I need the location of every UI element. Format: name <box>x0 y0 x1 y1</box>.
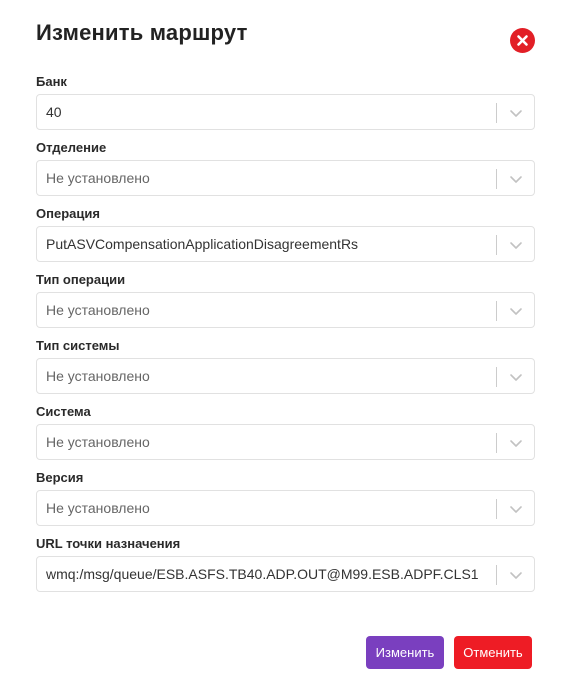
select-separator <box>496 301 497 321</box>
operation-type-select-placeholder: Не установлено <box>46 302 150 318</box>
edit-route-dialog: Изменить маршрут Банк 40 Отделение Не ус… <box>0 0 578 700</box>
chevron-down-icon[interactable] <box>508 237 524 253</box>
cancel-button[interactable]: Отменить <box>454 636 532 669</box>
chevron-down-icon[interactable] <box>508 369 524 385</box>
field-system-type: Тип системы Не установлено <box>36 337 535 394</box>
destination-url-select[interactable]: wmq:/msg/queue/ESB.ASFS.TB40.ADP.OUT@M99… <box>36 556 535 592</box>
close-icon <box>517 35 528 46</box>
operation-type-select[interactable]: Не установлено <box>36 292 535 328</box>
dialog-title: Изменить маршрут <box>36 20 248 45</box>
field-operation: Операция PutASVCompensationApplicationDi… <box>36 205 535 262</box>
chevron-down-icon[interactable] <box>508 171 524 187</box>
select-separator <box>496 499 497 519</box>
bank-select[interactable]: 40 <box>36 94 535 130</box>
field-branch: Отделение Не установлено <box>36 139 535 196</box>
select-separator <box>496 367 497 387</box>
field-label-system-type: Тип системы <box>36 338 120 353</box>
chevron-down-icon[interactable] <box>508 303 524 319</box>
field-label-operation: Операция <box>36 206 100 221</box>
operation-select-value: PutASVCompensationApplicationDisagreemen… <box>46 236 359 252</box>
select-separator <box>496 103 497 123</box>
field-version: Версия Не установлено <box>36 469 535 526</box>
chevron-down-icon[interactable] <box>508 105 524 121</box>
system-select-placeholder: Не установлено <box>46 434 150 450</box>
destination-url-select-value: wmq:/msg/queue/ESB.ASFS.TB40.ADP.OUT@M99… <box>46 566 479 582</box>
version-select[interactable]: Не установлено <box>36 490 535 526</box>
field-label-bank: Банк <box>36 74 67 89</box>
submit-button[interactable]: Изменить <box>366 636 444 669</box>
chevron-down-icon[interactable] <box>508 501 524 517</box>
field-destination-url: URL точки назначения wmq:/msg/queue/ESB.… <box>36 535 535 592</box>
field-bank: Банк 40 <box>36 73 535 130</box>
chevron-down-icon[interactable] <box>508 435 524 451</box>
field-operation-type: Тип операции Не установлено <box>36 271 535 328</box>
field-label-operation-type: Тип операции <box>36 272 126 287</box>
field-label-system: Система <box>36 404 91 419</box>
field-label-destination-url: URL точки назначения <box>36 536 181 551</box>
version-select-placeholder: Не установлено <box>46 500 150 516</box>
select-separator <box>496 169 497 189</box>
branch-select[interactable]: Не установлено <box>36 160 535 196</box>
select-separator <box>496 235 497 255</box>
close-button[interactable] <box>510 28 535 53</box>
chevron-down-icon[interactable] <box>508 567 524 583</box>
system-type-select[interactable]: Не установлено <box>36 358 535 394</box>
system-type-select-placeholder: Не установлено <box>46 368 150 384</box>
branch-select-placeholder: Не установлено <box>46 170 150 186</box>
operation-select[interactable]: PutASVCompensationApplicationDisagreemen… <box>36 226 535 262</box>
field-label-version: Версия <box>36 470 84 485</box>
field-label-branch: Отделение <box>36 140 107 155</box>
system-select[interactable]: Не установлено <box>36 424 535 460</box>
bank-select-value: 40 <box>46 104 62 120</box>
select-separator <box>496 433 497 453</box>
field-system: Система Не установлено <box>36 403 535 460</box>
select-separator <box>496 565 497 585</box>
